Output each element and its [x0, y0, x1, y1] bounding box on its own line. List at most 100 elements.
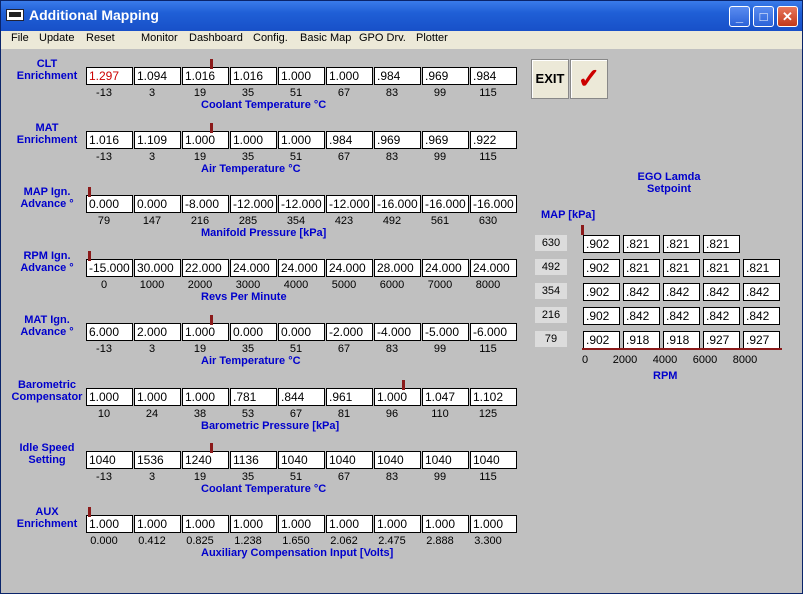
table-cell[interactable]: 1.094 — [134, 67, 181, 85]
table-cell[interactable]: 1.000 — [134, 388, 181, 406]
table-cell[interactable]: 24.000 — [422, 259, 469, 277]
table-cell[interactable]: .844 — [278, 388, 325, 406]
table-cell[interactable]: 1.000 — [134, 515, 181, 533]
ego-cell[interactable]: .821 — [703, 259, 740, 277]
ego-map-marker[interactable] — [581, 225, 584, 235]
ego-cell[interactable]: .918 — [663, 331, 700, 349]
ego-cell[interactable]: .902 — [583, 331, 620, 349]
table-cell[interactable]: 1.000 — [278, 515, 325, 533]
ego-cell[interactable]: .842 — [663, 307, 700, 325]
table-cell[interactable]: 24.000 — [278, 259, 325, 277]
menu-monitor[interactable]: Monitor — [141, 32, 178, 44]
ego-cell[interactable]: .902 — [583, 307, 620, 325]
table-cell[interactable]: .781 — [230, 388, 277, 406]
table-cell[interactable]: 22.000 — [182, 259, 229, 277]
table-cell[interactable]: 1.000 — [326, 67, 373, 85]
ego-cell[interactable]: .842 — [663, 283, 700, 301]
menu-gpo-drv[interactable]: GPO Drv. — [359, 32, 406, 44]
table-cell[interactable]: 6.000 — [86, 323, 133, 341]
exit-button[interactable]: EXIT — [531, 59, 569, 99]
close-button[interactable]: ✕ — [777, 6, 798, 27]
minimize-button[interactable]: _ — [729, 6, 750, 27]
table-cell[interactable]: .984 — [374, 67, 421, 85]
table-cell[interactable]: .922 — [470, 131, 517, 149]
table-cell[interactable]: 1.016 — [230, 67, 277, 85]
menu-dashboard[interactable]: Dashboard — [189, 32, 243, 44]
ego-cell[interactable]: .842 — [703, 307, 740, 325]
table-cell[interactable]: -16.000 — [470, 195, 517, 213]
maximize-button[interactable]: □ — [753, 6, 774, 27]
table-cell[interactable]: .961 — [326, 388, 373, 406]
table-cell[interactable]: 1.000 — [278, 131, 325, 149]
cursor-marker[interactable] — [210, 315, 213, 325]
table-cell[interactable]: -5.000 — [422, 323, 469, 341]
table-cell[interactable]: 0.000 — [86, 195, 133, 213]
table-cell[interactable]: 1240 — [182, 451, 229, 469]
cursor-marker[interactable] — [210, 123, 213, 133]
table-cell[interactable]: 1040 — [470, 451, 517, 469]
table-cell[interactable]: 24.000 — [326, 259, 373, 277]
table-cell[interactable]: -12.000 — [278, 195, 325, 213]
ego-cell[interactable]: .821 — [623, 235, 660, 253]
table-cell[interactable]: -12.000 — [230, 195, 277, 213]
ego-cell[interactable]: .902 — [583, 235, 620, 253]
table-cell[interactable]: 1040 — [422, 451, 469, 469]
table-cell[interactable]: 1.000 — [422, 515, 469, 533]
table-cell[interactable]: -12.000 — [326, 195, 373, 213]
ego-cell[interactable]: .842 — [623, 307, 660, 325]
menu-update[interactable]: Update — [39, 32, 74, 44]
table-cell[interactable]: 1.000 — [278, 67, 325, 85]
menu-basic-map[interactable]: Basic Map — [300, 32, 351, 44]
table-cell[interactable]: 1.000 — [230, 515, 277, 533]
cursor-marker[interactable] — [88, 507, 91, 517]
ego-cell[interactable]: .842 — [743, 283, 780, 301]
ego-cell[interactable]: .902 — [583, 283, 620, 301]
ego-cell[interactable]: .821 — [663, 235, 700, 253]
table-cell[interactable]: 1136 — [230, 451, 277, 469]
table-cell[interactable]: 0.000 — [134, 195, 181, 213]
ego-cell[interactable]: .842 — [743, 307, 780, 325]
table-cell[interactable]: 1040 — [374, 451, 421, 469]
table-cell[interactable]: 1.000 — [230, 131, 277, 149]
table-cell[interactable]: 1536 — [134, 451, 181, 469]
table-cell[interactable]: -6.000 — [470, 323, 517, 341]
table-cell[interactable]: 0.000 — [230, 323, 277, 341]
table-cell[interactable]: -4.000 — [374, 323, 421, 341]
table-cell[interactable]: 1.000 — [182, 131, 229, 149]
menu-file[interactable]: File — [11, 32, 29, 44]
ok-button[interactable]: ✓ — [570, 59, 608, 99]
ego-cell[interactable]: .821 — [623, 259, 660, 277]
ego-cell[interactable]: .821 — [663, 259, 700, 277]
cursor-marker[interactable] — [210, 443, 213, 453]
table-cell[interactable]: .969 — [374, 131, 421, 149]
table-cell[interactable]: 1040 — [278, 451, 325, 469]
table-cell[interactable]: 1040 — [326, 451, 373, 469]
table-cell[interactable]: 1.016 — [182, 67, 229, 85]
ego-cell[interactable]: .918 — [623, 331, 660, 349]
table-cell[interactable]: -8.000 — [182, 195, 229, 213]
table-cell[interactable]: 1.000 — [182, 323, 229, 341]
table-cell[interactable]: 0.000 — [278, 323, 325, 341]
table-cell[interactable]: 30.000 — [134, 259, 181, 277]
cursor-marker[interactable] — [88, 251, 91, 261]
table-cell[interactable]: 1.000 — [470, 515, 517, 533]
table-cell[interactable]: 1.000 — [326, 515, 373, 533]
ego-cell[interactable]: .821 — [743, 259, 780, 277]
table-cell[interactable]: 1.000 — [374, 515, 421, 533]
table-cell[interactable]: 1.000 — [182, 515, 229, 533]
table-cell[interactable]: 1.047 — [422, 388, 469, 406]
table-cell[interactable]: 24.000 — [470, 259, 517, 277]
table-cell[interactable]: -16.000 — [422, 195, 469, 213]
table-cell[interactable]: 1.000 — [374, 388, 421, 406]
ego-cell[interactable]: .927 — [743, 331, 780, 349]
cursor-marker[interactable] — [210, 59, 213, 69]
table-cell[interactable]: 1.016 — [86, 131, 133, 149]
table-cell[interactable]: 1.000 — [86, 388, 133, 406]
table-cell[interactable]: .969 — [422, 67, 469, 85]
table-cell[interactable]: 28.000 — [374, 259, 421, 277]
table-cell[interactable]: 1040 — [86, 451, 133, 469]
table-cell[interactable]: 1.000 — [182, 388, 229, 406]
table-cell[interactable]: -15.000 — [86, 259, 133, 277]
ego-cell[interactable]: .821 — [703, 235, 740, 253]
table-cell[interactable]: .969 — [422, 131, 469, 149]
